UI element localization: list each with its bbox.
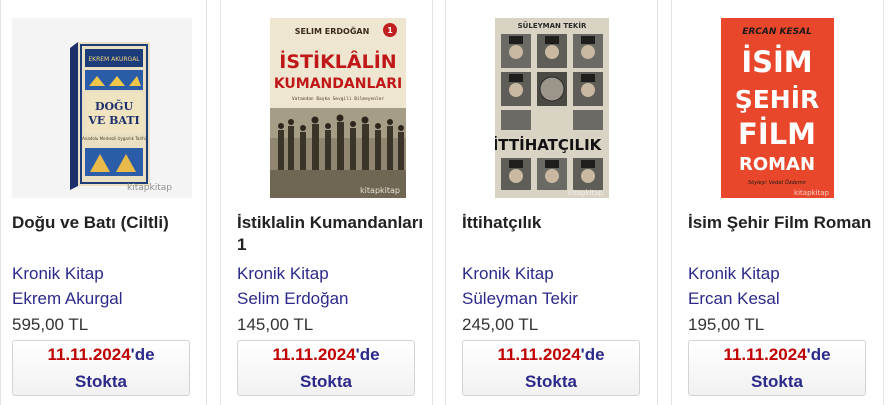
product-card: ERCAN KESAL İSİM ŞEHİR FİLM ROMAN Söyleş… (671, 0, 884, 405)
svg-text:FİLM: FİLM (738, 117, 816, 151)
stock-status-button[interactable]: 11.11.2024'de Stokta (237, 340, 415, 396)
svg-text:Söyleşi: Vedat Özdemir: Söyleşi: Vedat Özdemir (748, 179, 807, 186)
product-price: 195,00 TL (688, 315, 765, 334)
publisher-link[interactable]: Kronik Kitap (688, 263, 780, 285)
svg-text:İSTİKLÂLİN: İSTİKLÂLİN (279, 49, 396, 73)
svg-text:KUMANDANLARI: KUMANDANLARI (274, 76, 402, 92)
product-grid: EKREM AKURGAL DOĞU VE BATI Anadolu Merke… (0, 0, 891, 405)
product-title[interactable]: İstiklalin Kumandanları 1 (237, 212, 427, 256)
product-cover-image[interactable]: ERCAN KESAL İSİM ŞEHİR FİLM ROMAN Söyleş… (721, 18, 834, 198)
stock-status-button[interactable]: 11.11.2024'de Stokta (688, 340, 866, 396)
stock-date: 11.11.2024 (272, 345, 356, 364)
publisher-link[interactable]: Kronik Kitap (237, 263, 329, 285)
svg-text:Vatandan Başka Sevgili Bilmeye: Vatandan Başka Sevgili Bilmeyenler (292, 96, 384, 102)
svg-text:ERCAN KESAL: ERCAN KESAL (742, 27, 812, 37)
svg-text:ŞEHİR: ŞEHİR (735, 84, 820, 114)
stock-date-line: 11.11.2024'de (463, 344, 639, 366)
svg-text:Anadolu Merkezli Uygarlık Tari: Anadolu Merkezli Uygarlık Tarihi (82, 136, 146, 141)
svg-text:SELIM ERDOĞAN: SELIM ERDOĞAN (295, 25, 370, 36)
stock-date: 11.11.2024 (497, 345, 581, 364)
stock-status-label: Stokta (751, 372, 803, 391)
product-title[interactable]: Doğu ve Batı (Ciltli) (12, 212, 202, 234)
stock-status-button[interactable]: 11.11.2024'de Stokta (462, 340, 640, 396)
stock-date-suffix: 'de (580, 345, 605, 364)
product-cover-image[interactable]: EKREM AKURGAL DOĞU VE BATI Anadolu Merke… (12, 18, 192, 198)
stock-status-label: Stokta (525, 372, 577, 391)
product-cover-image[interactable]: SÜLEYMAN TEKİR İTTİHATÇILIK kitapkitap (495, 18, 609, 198)
product-card: SÜLEYMAN TEKİR İTTİHATÇILIK kitapkitap İ… (445, 0, 658, 405)
product-title[interactable]: İsim Şehir Film Roman (688, 212, 878, 234)
product-price: 245,00 TL (462, 315, 539, 334)
stock-date-line: 11.11.2024'de (13, 344, 189, 366)
product-cover-image[interactable]: SELIM ERDOĞAN 1 İSTİKLÂLİN KUMANDANLARI … (270, 18, 406, 198)
stock-date-line: 11.11.2024'de (238, 344, 414, 366)
stock-status-label: Stokta (300, 372, 352, 391)
stock-date-suffix: 'de (806, 345, 831, 364)
product-title[interactable]: İttihatçılık (462, 212, 652, 234)
svg-text:VE BATI: VE BATI (87, 114, 139, 127)
svg-text:kitapkitap: kitapkitap (127, 183, 172, 193)
product-card: SELIM ERDOĞAN 1 İSTİKLÂLİN KUMANDANLARI … (220, 0, 433, 405)
publisher-link[interactable]: Kronik Kitap (462, 263, 554, 285)
stock-date: 11.11.2024 (723, 345, 807, 364)
stock-status-button[interactable]: 11.11.2024'de Stokta (12, 340, 190, 396)
svg-text:İTTİHATÇILIK: İTTİHATÇILIK (495, 135, 603, 154)
stock-date-suffix: 'de (130, 345, 155, 364)
product-card: EKREM AKURGAL DOĞU VE BATI Anadolu Merke… (0, 0, 207, 405)
author-link[interactable]: Süleyman Tekir (462, 288, 578, 310)
product-price: 595,00 TL (12, 315, 89, 334)
stock-status-label: Stokta (75, 372, 127, 391)
svg-text:kitapkitap: kitapkitap (360, 186, 400, 195)
svg-text:EKREM AKURGAL: EKREM AKURGAL (88, 56, 140, 63)
author-link[interactable]: Selim Erdoğan (237, 288, 349, 310)
svg-text:kitapkitap: kitapkitap (794, 189, 830, 197)
stock-date-line: 11.11.2024'de (689, 344, 865, 366)
publisher-link[interactable]: Kronik Kitap (12, 263, 104, 285)
stock-date-suffix: 'de (355, 345, 380, 364)
product-price: 145,00 TL (237, 315, 314, 334)
svg-text:ROMAN: ROMAN (739, 154, 815, 175)
stock-date: 11.11.2024 (47, 345, 131, 364)
author-link[interactable]: Ekrem Akurgal (12, 288, 123, 310)
svg-text:1: 1 (387, 26, 393, 35)
svg-text:DOĞU: DOĞU (95, 99, 134, 113)
author-link[interactable]: Ercan Kesal (688, 288, 780, 310)
svg-text:İSİM: İSİM (741, 45, 812, 79)
svg-text:kitapkitap: kitapkitap (568, 189, 604, 197)
svg-text:SÜLEYMAN TEKİR: SÜLEYMAN TEKİR (518, 21, 587, 30)
